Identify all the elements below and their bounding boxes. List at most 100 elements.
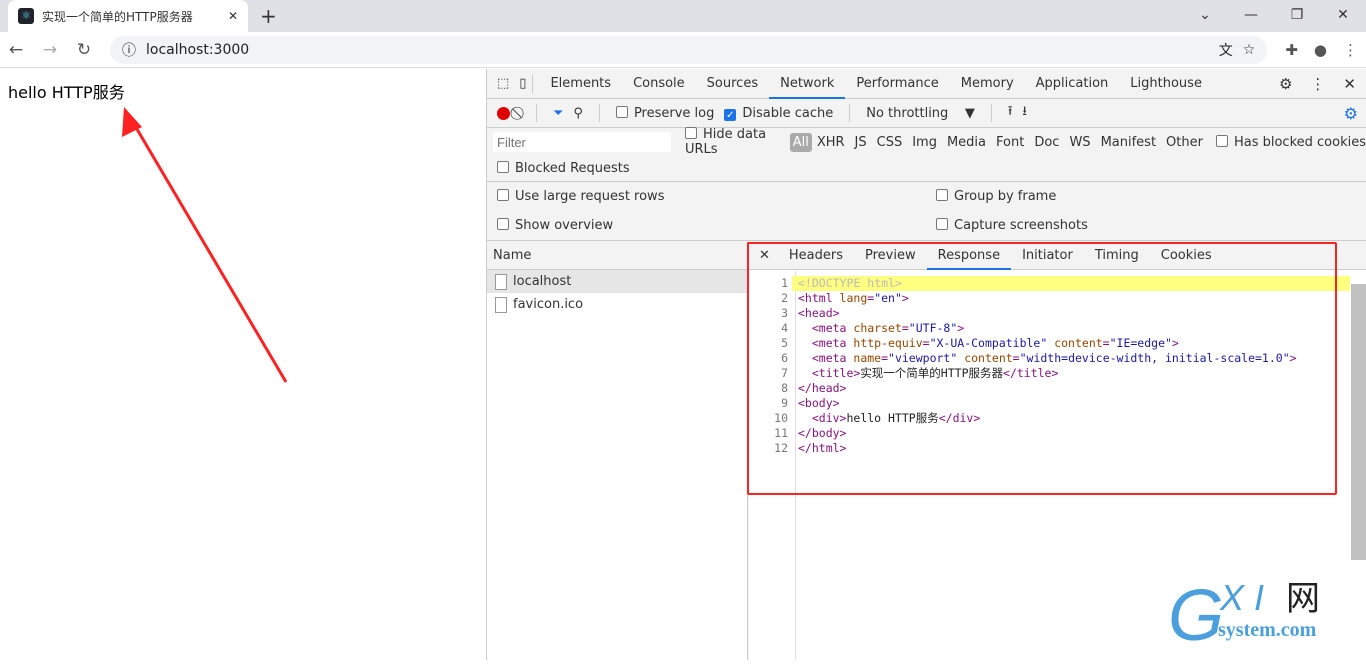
close-window-button[interactable]: ✕ — [1320, 0, 1366, 32]
has-blocked-cookies-checkbox[interactable]: Has blocked cookies — [1215, 134, 1366, 150]
type-ws[interactable]: WS — [1064, 135, 1095, 150]
tab-strip: ⚛ 实现一个简单的HTTP服务器 ✕ + ⌄ — ❐ ✕ — [0, 0, 1366, 32]
avatar[interactable]: ● — [1314, 41, 1327, 59]
inspect-icon[interactable]: ⬚ — [497, 76, 509, 91]
blocked-row: Blocked Requests — [487, 156, 1366, 182]
line-number: 9 — [781, 396, 788, 410]
more-options-icon[interactable]: ⋮ — [1310, 75, 1325, 93]
blocked-requests-checkbox[interactable]: Blocked Requests — [497, 161, 630, 176]
tab-title: 实现一个简单的HTTP服务器 — [42, 9, 193, 24]
code-line: 7 <title>实现一个简单的HTTP服务器</title> — [749, 366, 1350, 381]
line-number: 12 — [774, 441, 788, 455]
type-other[interactable]: Other — [1161, 135, 1208, 150]
menu-icon[interactable]: ⋮ — [1343, 41, 1358, 59]
line-content: <title>实现一个简单的HTTP服务器</title> — [798, 366, 1059, 380]
search-icon[interactable]: ⚲ — [573, 106, 583, 121]
close-tab-icon[interactable]: ✕ — [228, 9, 238, 23]
import-har-icon[interactable]: ⭱ — [1008, 102, 1013, 124]
preserve-log-checkbox[interactable]: Preserve log — [615, 105, 715, 121]
tab-elements[interactable]: Elements — [539, 69, 622, 99]
translate-icon[interactable]: 文 — [1219, 40, 1233, 60]
request-name: localhost — [513, 274, 572, 289]
filter-icon[interactable]: ⏷ — [553, 106, 563, 121]
type-manifest[interactable]: Manifest — [1096, 135, 1161, 150]
tab-cookies[interactable]: Cookies — [1150, 241, 1223, 270]
type-img[interactable]: Img — [907, 135, 942, 150]
type-doc[interactable]: Doc — [1029, 135, 1064, 150]
device-toolbar-icon[interactable]: ▯ — [519, 76, 526, 91]
code-line: 5 <meta http-equiv="X-UA-Compatible" con… — [749, 336, 1350, 351]
profile-menu-icon[interactable]: ⌄ — [1182, 0, 1228, 32]
tab-preview[interactable]: Preview — [854, 241, 927, 270]
tab-response[interactable]: Response — [926, 241, 1012, 270]
tab-network[interactable]: Network — [769, 69, 846, 99]
document-icon — [495, 296, 507, 313]
line-number: 7 — [781, 366, 788, 380]
forward-icon[interactable]: → — [42, 40, 58, 60]
settings-gear-icon[interactable]: ⚙ — [1279, 75, 1292, 93]
hide-data-urls-checkbox[interactable]: Hide data URLs — [685, 127, 784, 157]
network-settings-icon[interactable]: ⚙ — [1344, 104, 1358, 123]
document-icon — [495, 273, 507, 290]
line-number: 1 — [781, 276, 788, 290]
line-number: 2 — [781, 291, 788, 305]
request-list: Name localhost favicon.ico — [487, 241, 748, 660]
url-input[interactable]: ⓘ localhost:3000 文 ☆ — [110, 35, 1268, 64]
large-rows-checkbox[interactable]: Use large request rows — [497, 189, 664, 204]
type-css[interactable]: CSS — [872, 135, 908, 150]
filter-input[interactable] — [493, 132, 671, 152]
name-column-header[interactable]: Name — [487, 241, 747, 270]
tab-lighthouse[interactable]: Lighthouse — [1119, 69, 1213, 99]
restore-button[interactable]: ❐ — [1274, 0, 1320, 32]
show-overview-label: Show overview — [515, 218, 614, 233]
filter-bar: Hide data URLs All XHR JS CSS Img Media … — [487, 127, 1366, 157]
type-all[interactable]: All — [789, 132, 812, 152]
reload-icon[interactable]: ↻ — [76, 40, 92, 60]
line-content: <head> — [798, 306, 840, 320]
type-js[interactable]: JS — [850, 135, 872, 150]
bookmark-star-icon[interactable]: ☆ — [1243, 42, 1256, 58]
close-devtools-icon[interactable]: ✕ — [1343, 75, 1356, 93]
line-content: <!DOCTYPE html> — [792, 276, 1350, 291]
disable-cache-checkbox[interactable]: ✓ Disable cache — [724, 106, 833, 121]
record-button[interactable] — [497, 106, 510, 120]
tab-application[interactable]: Application — [1025, 69, 1120, 99]
request-row[interactable]: favicon.ico — [487, 293, 747, 316]
line-content: <div>hello HTTP服务</div> — [798, 411, 981, 425]
line-content: </html> — [798, 441, 847, 455]
throttling-value: No throttling — [866, 105, 949, 121]
tab-initiator[interactable]: Initiator — [1011, 241, 1084, 270]
export-har-icon[interactable]: ⭳ — [1022, 102, 1027, 124]
new-tab-button[interactable]: + — [260, 4, 277, 28]
throttling-select[interactable]: No throttling ▼ — [866, 106, 975, 121]
code-line: 9 <body> — [749, 396, 1350, 411]
line-number: 6 — [781, 351, 788, 365]
tab-memory[interactable]: Memory — [950, 69, 1025, 99]
code-line: 3 <head> — [749, 306, 1350, 321]
browser-tab[interactable]: ⚛ 实现一个简单的HTTP服务器 ✕ — [8, 0, 248, 32]
code-line: 4 <meta charset="UTF-8"> — [749, 321, 1350, 336]
type-font[interactable]: Font — [991, 135, 1029, 150]
url-text: localhost:3000 — [146, 41, 250, 58]
type-media[interactable]: Media — [942, 135, 991, 150]
vertical-scrollbar[interactable] — [1351, 284, 1366, 560]
back-icon[interactable]: ← — [8, 40, 24, 60]
extensions-icon[interactable]: ✚ — [1285, 41, 1298, 59]
capture-screenshots-checkbox[interactable]: Capture screenshots — [936, 218, 1088, 233]
tab-performance[interactable]: Performance — [845, 69, 949, 99]
large-rows-label: Use large request rows — [515, 189, 665, 204]
close-detail-icon[interactable]: ✕ — [757, 241, 778, 270]
tab-sources[interactable]: Sources — [696, 69, 769, 99]
line-number: 11 — [774, 426, 788, 440]
tab-headers[interactable]: Headers — [778, 241, 854, 270]
line-number: 10 — [774, 411, 788, 425]
type-xhr[interactable]: XHR — [812, 135, 850, 150]
tab-timing[interactable]: Timing — [1084, 241, 1150, 270]
group-by-frame-checkbox[interactable]: Group by frame — [936, 189, 1056, 204]
preserve-log-label: Preserve log — [633, 105, 715, 121]
info-icon[interactable]: ⓘ — [122, 40, 136, 60]
minimize-button[interactable]: — — [1228, 0, 1274, 32]
show-overview-checkbox[interactable]: Show overview — [497, 218, 613, 233]
tab-console[interactable]: Console — [622, 69, 696, 99]
request-row[interactable]: localhost — [487, 270, 747, 293]
